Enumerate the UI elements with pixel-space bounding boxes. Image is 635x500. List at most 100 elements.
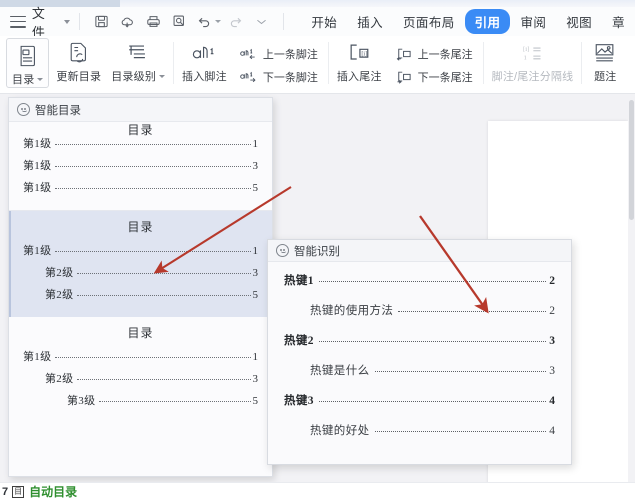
toc-entry: 第1级 3	[23, 157, 258, 173]
leader-dots	[318, 401, 547, 402]
toc-button[interactable]: 目录	[6, 38, 50, 88]
recognition-entry-page: 2	[549, 305, 555, 317]
recognition-entry[interactable]: 热键3 4	[284, 392, 555, 416]
tab-yinyong[interactable]: 引用	[464, 9, 511, 34]
toc-level-label: 目录级别	[111, 71, 157, 83]
recognition-entry-page: 2	[549, 275, 555, 287]
next-endnote-button[interactable]: 下一条尾注	[391, 65, 476, 88]
tab-shitu[interactable]: 视图	[556, 9, 602, 34]
wps-writer-window: 文件 开始 插入 页面布局 引用 审阅 视图 章 目录 更新目录 目录级别 插入…	[0, 0, 635, 500]
tab-overflow[interactable]: 章	[602, 9, 635, 34]
recognition-entry-text: 热键3	[284, 395, 314, 407]
gallery-footer-number: 7	[2, 485, 9, 498]
smiley-icon	[276, 244, 289, 257]
ribbon-tabs: 开始 插入 页面布局 引用 审阅 视图 章	[301, 9, 635, 34]
document-tab-edge[interactable]	[0, 0, 120, 7]
svg-text:[i]: [i]	[524, 46, 530, 53]
toc-icon	[17, 43, 39, 69]
vertical-scrollbar[interactable]	[628, 94, 635, 500]
recognition-entry-text: 热键是什么	[310, 365, 370, 377]
toc-entry: 第2级 3	[23, 370, 258, 386]
toc-entry-page: 3	[252, 267, 259, 279]
footnote-separator-button[interactable]: [i] 1 脚注/尾注分隔线	[487, 36, 579, 90]
doc-icon: 目	[12, 485, 25, 498]
menu-icon[interactable]	[10, 15, 26, 28]
toc-entry-text: 第1级	[23, 160, 52, 172]
chevron-down-icon[interactable]	[37, 77, 44, 81]
toc-level-button[interactable]: 目录级别	[106, 36, 170, 90]
caption-label: 题注	[594, 71, 617, 83]
toolbar-divider-2	[283, 13, 285, 30]
next-footnote-button[interactable]: 下一条脚注	[236, 65, 321, 88]
toc-entry-page: 5	[252, 395, 259, 407]
prev-footnote-label: 上一条脚注	[262, 48, 318, 61]
tab-shenyue[interactable]: 审阅	[510, 9, 556, 34]
recognition-entry[interactable]: 热键1 2	[284, 272, 555, 296]
caption-button[interactable]: 题注	[585, 36, 625, 90]
recognition-entry[interactable]: 热键的使用方法 2	[284, 302, 555, 326]
leader-dots	[374, 371, 547, 372]
toc-entry-text: 第1级	[23, 351, 52, 363]
toc-entry-text: 第1级	[23, 245, 52, 257]
next-footnote-label: 下一条脚注	[262, 71, 318, 84]
redo-icon[interactable]	[223, 11, 249, 33]
recognition-entry[interactable]: 热键的好处 4	[284, 422, 555, 446]
toc-entry: 第2级 5	[23, 286, 258, 302]
tab-yemianbuju[interactable]: 页面布局	[393, 9, 465, 34]
recognition-entry[interactable]: 热键是什么 3	[284, 362, 555, 386]
print-icon[interactable]	[140, 11, 166, 33]
toc-entry-page: 5	[252, 182, 259, 194]
toc-entry-text: 第1级	[23, 182, 52, 194]
scrollbar-thumb[interactable]	[629, 100, 634, 220]
leader-dots	[398, 311, 547, 312]
insert-footnote-label: 插入脚注	[182, 71, 227, 83]
toc-gallery-dropdown[interactable]: 智能目录 目录 第1级 1 第1级 3 第1级 5	[8, 97, 273, 477]
leader-dots	[55, 166, 251, 167]
leader-dots	[99, 401, 251, 402]
svg-text:[i]: [i]	[362, 51, 368, 57]
toc-entry: 第3级 5	[23, 392, 258, 408]
prev-endnote-icon	[394, 47, 414, 61]
customize-qat-icon[interactable]	[249, 11, 275, 33]
chevron-down-icon[interactable]	[159, 74, 166, 78]
print-preview-icon[interactable]	[166, 11, 192, 33]
recognition-entry-page: 4	[549, 395, 555, 407]
chevron-down-icon[interactable]	[63, 19, 70, 24]
gallery-footer-row[interactable]: 7 目 自动目录	[0, 482, 635, 500]
save-icon[interactable]	[89, 11, 115, 33]
tab-charu[interactable]: 插入	[347, 9, 393, 34]
caption-icon	[593, 40, 617, 66]
recognition-header: 智能识别	[268, 240, 571, 262]
toc-gallery-item-2[interactable]: 目录 第1级 1 第2级 3 第2级 5	[9, 211, 272, 317]
recognition-header-label: 智能识别	[294, 245, 340, 258]
prev-endnote-button[interactable]: 上一条尾注	[391, 42, 476, 65]
footnote-separator-label: 脚注/尾注分隔线	[491, 71, 574, 83]
undo-dropdown-icon[interactable]	[214, 20, 221, 23]
toolbar-divider	[78, 13, 80, 30]
smart-recognition-popup[interactable]: 智能识别 热键1 2 热键的使用方法 2 热键2 3 热键是什么 3 热键3 4…	[267, 239, 572, 465]
tab-kaishi[interactable]: 开始	[301, 9, 347, 34]
ribbon-group-footnote: 插入脚注 上一条脚注 下一条脚注	[177, 36, 325, 94]
endnote-nav-stack: 上一条尾注 下一条尾注	[387, 36, 480, 90]
file-menu-button[interactable]: 文件	[32, 3, 59, 41]
insert-endnote-button[interactable]: [i] 插入尾注	[332, 36, 387, 90]
footnote-separator-icon: [i] 1	[515, 40, 549, 66]
cloud-sync-icon[interactable]	[115, 11, 141, 33]
recognition-entry[interactable]: 热键2 3	[284, 332, 555, 356]
smiley-icon	[17, 103, 30, 116]
gallery-header-label: 智能目录	[35, 104, 81, 117]
toc-entry-page: 5	[252, 289, 259, 301]
insert-footnote-icon	[189, 40, 219, 66]
toc-gallery-item-3[interactable]: 目录 第1级 1 第2级 3 第3级 5	[9, 317, 272, 423]
insert-endnote-icon: [i]	[346, 40, 372, 66]
prev-footnote-button[interactable]: 上一条脚注	[236, 42, 321, 65]
ribbon-toolbar: 目录 更新目录 目录级别 插入脚注 上一条脚注 下一条脚注 [i] 插入尾注 上…	[0, 36, 635, 94]
gallery-footer-label[interactable]: 自动目录	[29, 483, 77, 500]
toc-level-label-wrap: 目录级别	[111, 68, 166, 84]
next-footnote-icon	[239, 70, 259, 84]
leader-dots	[77, 379, 251, 380]
ribbon-divider-4	[581, 42, 583, 84]
insert-footnote-button[interactable]: 插入脚注	[177, 36, 232, 90]
quick-access-toolbar: 文件 开始 插入 页面布局 引用 审阅 视图 章	[0, 6, 635, 40]
update-toc-button[interactable]: 更新目录	[51, 36, 106, 90]
